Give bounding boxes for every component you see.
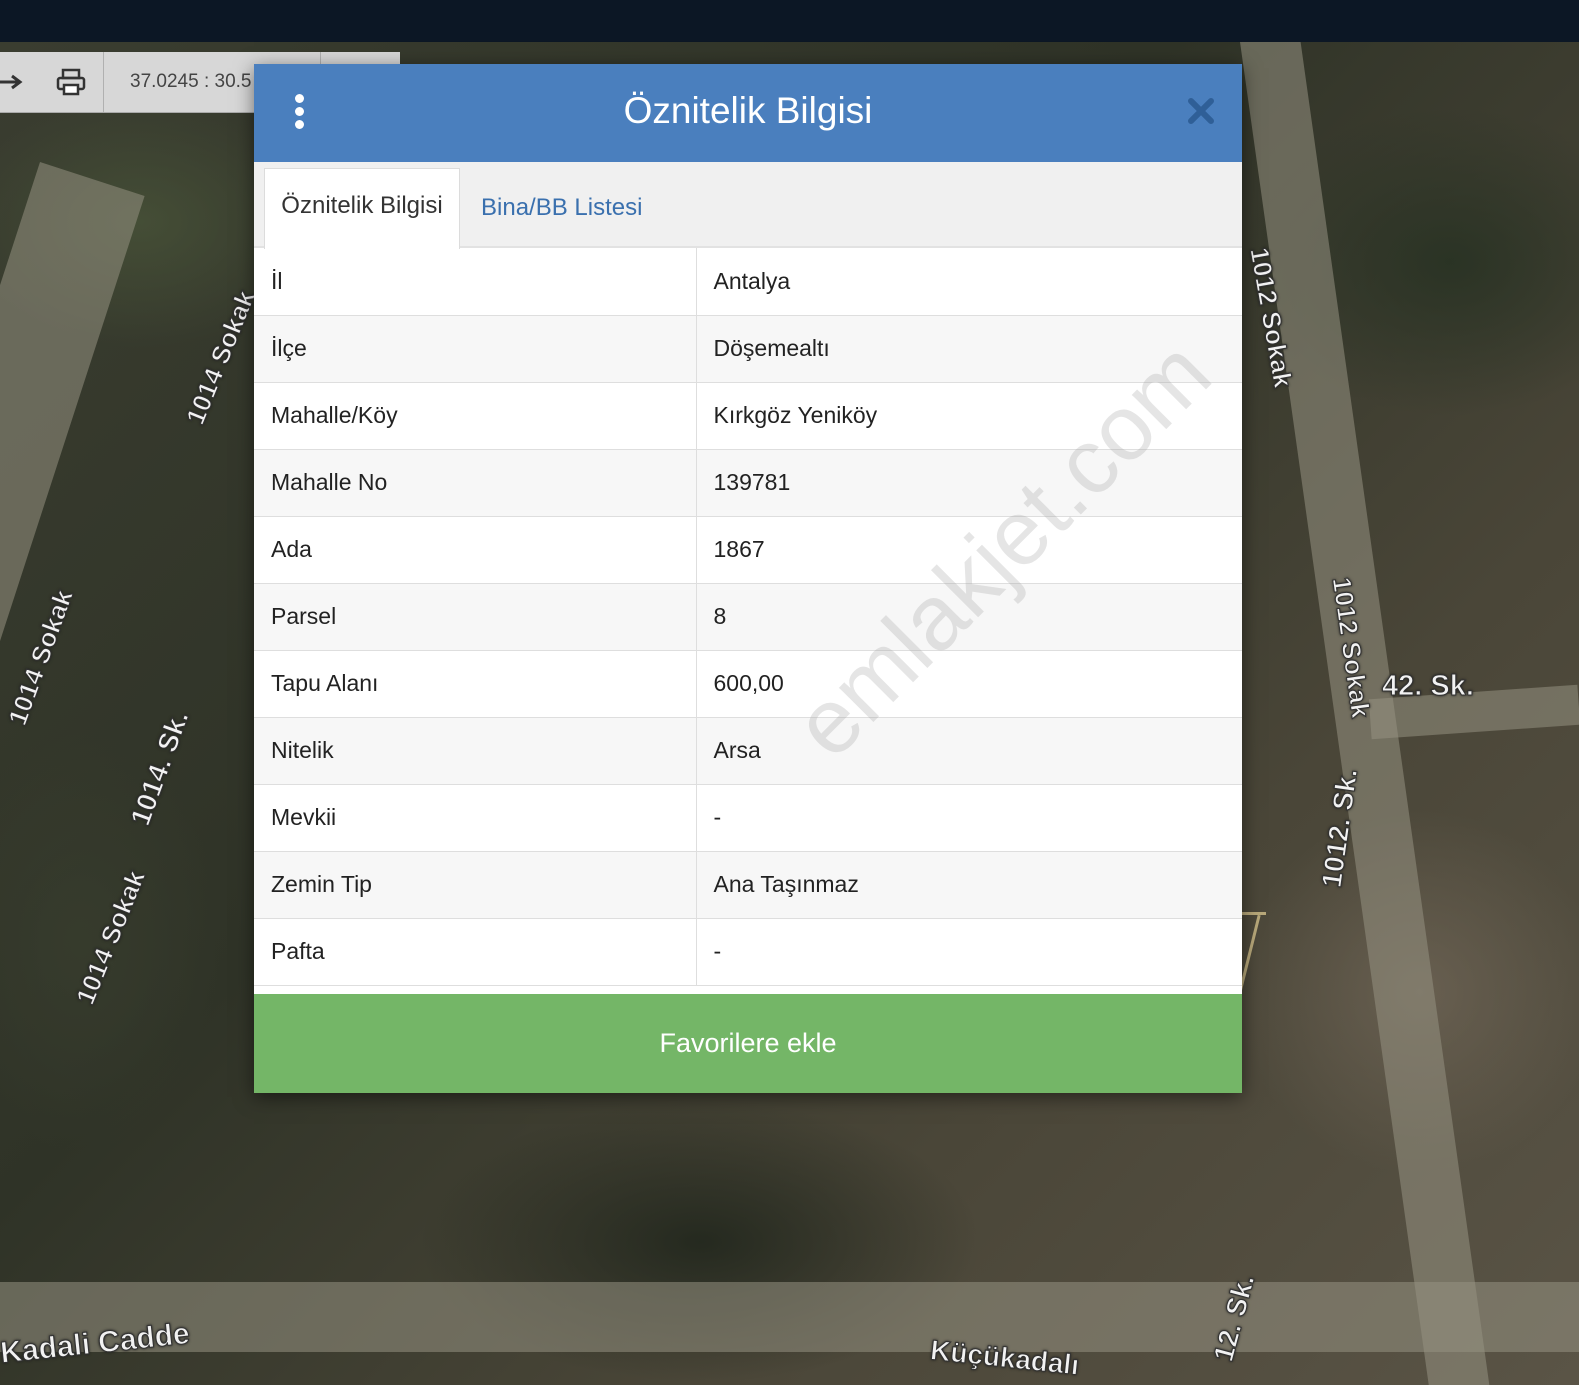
table-row: Pafta - bbox=[254, 918, 1242, 986]
table-row: Parsel 8 bbox=[254, 583, 1242, 651]
attribute-key: Ada bbox=[254, 516, 697, 584]
attribute-key: Mahalle/Köy bbox=[254, 382, 697, 450]
road-label: 42. Sk. bbox=[1382, 670, 1475, 703]
print-icon[interactable] bbox=[56, 68, 86, 96]
attribute-value: - bbox=[696, 918, 1242, 986]
table-row: Zemin Tip Ana Taşınmaz bbox=[254, 851, 1242, 919]
table-row: İl Antalya bbox=[254, 248, 1242, 316]
table-row: İlçe Döşemealtı bbox=[254, 315, 1242, 383]
attribute-key: Parsel bbox=[254, 583, 697, 651]
attribute-key: Pafta bbox=[254, 918, 697, 986]
attribute-key: İl bbox=[254, 248, 697, 316]
table-row: Mevkii - bbox=[254, 784, 1242, 852]
road-label: 1014 Sokak bbox=[69, 866, 151, 1010]
dialog-header: Öznitelik Bilgisi bbox=[254, 64, 1242, 162]
add-to-favorites-button[interactable]: Favorilere ekle bbox=[254, 994, 1242, 1093]
attribute-value: Döşemealtı bbox=[696, 315, 1242, 383]
road bbox=[0, 1282, 1579, 1352]
table-row: Tapu Alanı 600,00 bbox=[254, 650, 1242, 718]
attribute-value: Antalya bbox=[696, 248, 1242, 316]
attribute-value: 139781 bbox=[696, 449, 1242, 517]
attribute-key: Mahalle No bbox=[254, 449, 697, 517]
attribute-value: 8 bbox=[696, 583, 1242, 651]
attribute-key: Nitelik bbox=[254, 717, 697, 785]
table-row: Mahalle No 139781 bbox=[254, 449, 1242, 517]
attribute-value: Kırkgöz Yeniköy bbox=[696, 382, 1242, 450]
attribute-value: Arsa bbox=[696, 717, 1242, 785]
attribute-key: Mevkii bbox=[254, 784, 697, 852]
attribute-value: - bbox=[696, 784, 1242, 852]
attribute-info-dialog: Öznitelik Bilgisi Öznitelik Bilgisi Bina… bbox=[254, 64, 1242, 1093]
road-label: 1014 Sokak bbox=[179, 286, 261, 430]
arrow-right-icon[interactable] bbox=[0, 72, 24, 92]
table-row: Nitelik Arsa bbox=[254, 717, 1242, 785]
table-row: Mahalle/Köy Kırkgöz Yeniköy bbox=[254, 382, 1242, 450]
table-row: Ada 1867 bbox=[254, 516, 1242, 584]
tab-bar: Öznitelik Bilgisi Bina/BB Listesi bbox=[254, 162, 1242, 249]
road-label: 1014 Sokak bbox=[2, 585, 80, 730]
attribute-table: İl Antalya İlçe Döşemealtı Mahalle/Köy K… bbox=[254, 248, 1242, 986]
attribute-value: 1867 bbox=[696, 516, 1242, 584]
attribute-value: 600,00 bbox=[696, 650, 1242, 718]
attribute-value: Ana Taşınmaz bbox=[696, 851, 1242, 919]
top-bar bbox=[0, 0, 1579, 42]
attribute-key: Zemin Tip bbox=[254, 851, 697, 919]
tab-attribute-info[interactable]: Öznitelik Bilgisi bbox=[264, 168, 460, 249]
tab-building-list[interactable]: Bina/BB Listesi bbox=[481, 170, 642, 246]
attribute-key: İlçe bbox=[254, 315, 697, 383]
coordinate-readout: 37.0245 : 30.5 bbox=[130, 71, 252, 92]
dialog-title: Öznitelik Bilgisi bbox=[623, 90, 873, 131]
road-label: 1014. Sk. bbox=[124, 706, 195, 830]
close-icon[interactable] bbox=[1186, 96, 1216, 126]
toolbar-divider bbox=[103, 52, 104, 112]
attribute-key: Tapu Alanı bbox=[254, 650, 697, 718]
road bbox=[0, 162, 145, 1338]
